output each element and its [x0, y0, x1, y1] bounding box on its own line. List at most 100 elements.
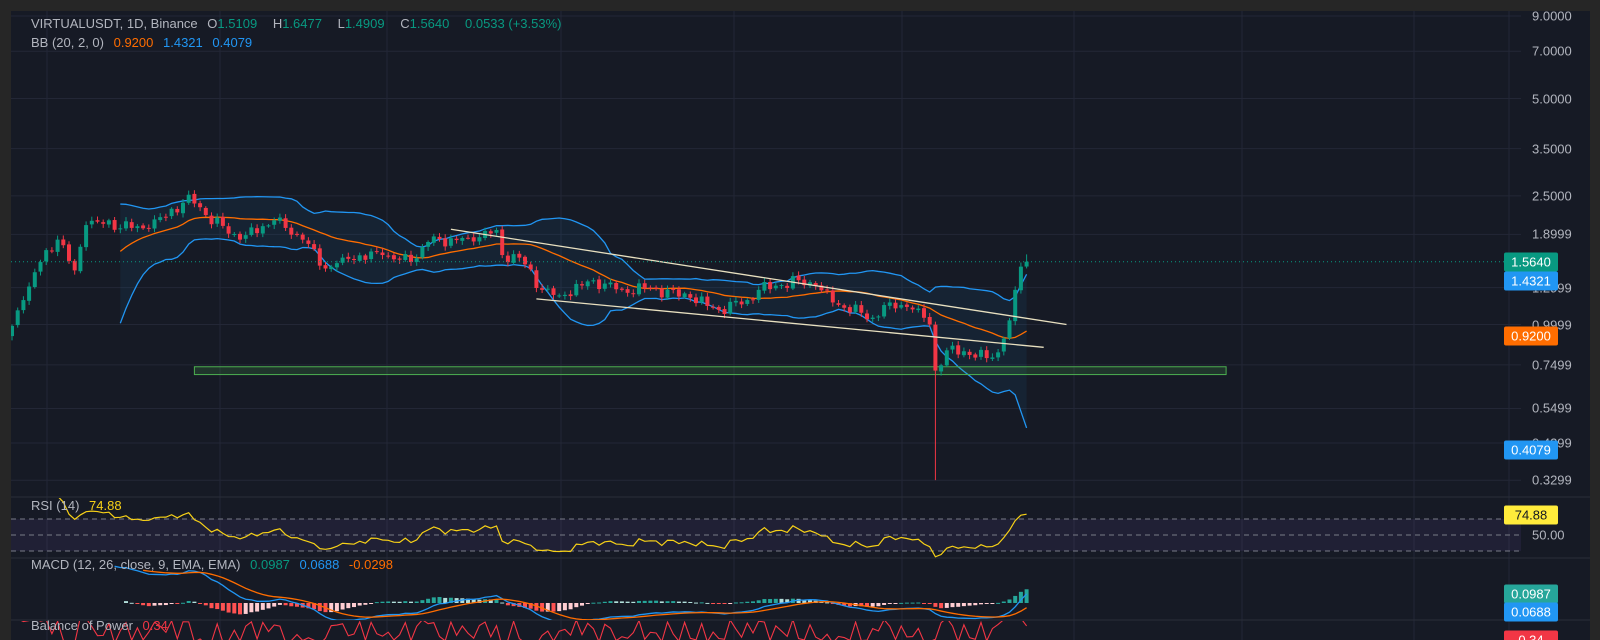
candle-body — [887, 302, 892, 306]
low-label: L — [337, 16, 345, 31]
candle-body — [1001, 338, 1006, 352]
candle-body — [163, 216, 168, 218]
candle-body — [397, 258, 402, 260]
candle-body — [574, 283, 579, 296]
macd-histogram-bar — [654, 600, 659, 603]
macd-histogram-bar — [876, 603, 881, 607]
macd-histogram-bar — [505, 603, 510, 606]
candle-body — [169, 208, 174, 217]
candle-body — [243, 235, 248, 239]
macd-histogram-bar — [996, 602, 1001, 604]
macd-histogram-bar — [249, 603, 254, 613]
macd-histogram-bar — [756, 600, 761, 603]
chart-canvas[interactable] — [11, 11, 1590, 640]
open-label: O — [207, 16, 218, 31]
candle-body — [830, 290, 835, 303]
candle-body — [927, 316, 932, 325]
macd-histogram-bar — [619, 601, 624, 603]
candle-body — [625, 289, 630, 293]
price-tick-label: 0.5499 — [1532, 400, 1572, 416]
candle-body — [471, 237, 476, 242]
macd-histogram-bar — [676, 601, 681, 603]
macd-histogram-bar — [762, 599, 767, 603]
candle-body — [460, 237, 465, 241]
candle-body — [505, 255, 510, 263]
candle-body — [996, 352, 1001, 358]
candle-body — [956, 345, 961, 355]
candle-body — [853, 304, 858, 312]
candle-body — [67, 244, 71, 261]
macd-histogram-bar — [135, 603, 140, 604]
macd-histogram-bar — [129, 602, 134, 604]
macd-histogram-bar — [642, 600, 647, 603]
close-value: 1.5640 — [409, 16, 450, 31]
rsi-legend[interactable]: RSI (14) 74.88 — [31, 498, 128, 513]
macd-histogram-bar — [984, 603, 989, 604]
macd-legend[interactable]: MACD (12, 26, close, 9, EMA, EMA) 0.0987… — [31, 557, 399, 572]
candle-body — [141, 225, 146, 229]
high-label: H — [272, 16, 283, 31]
macd-histogram-bar — [175, 603, 180, 604]
macd-histogram-bar — [694, 602, 698, 604]
candle-body — [676, 289, 681, 297]
macd-histogram-bar — [562, 603, 567, 611]
macd-histogram-bar — [591, 602, 596, 604]
macd-histogram-bar — [340, 603, 345, 610]
macd-histogram-bar — [722, 603, 727, 604]
candle-body — [733, 300, 738, 303]
candle-body — [859, 305, 864, 313]
bb-basis-tag: 0.9200 — [1504, 326, 1558, 346]
chart-area[interactable]: VIRTUALUSDT, 1D, Binance O1.5109 H1.6477… — [11, 11, 1590, 640]
candle-body — [722, 309, 727, 315]
candle-body — [106, 220, 111, 225]
macd-histogram-bar — [420, 600, 425, 603]
macd-histogram-bar — [220, 603, 225, 611]
macd-histogram-bar — [141, 603, 146, 606]
candle-body — [973, 354, 978, 358]
candle-body — [101, 222, 106, 224]
rsi-mid-label: 50.00 — [1532, 527, 1565, 543]
candle-body — [255, 228, 260, 234]
macd-histogram-bar — [243, 603, 248, 614]
price-tick-label: 3.5000 — [1532, 141, 1572, 157]
main-pane — [11, 190, 1227, 481]
candle-body — [876, 316, 881, 318]
candle-body — [238, 233, 242, 240]
macd-histogram-bar — [939, 603, 944, 609]
macd-histogram-bar — [551, 603, 556, 612]
candle-body — [129, 222, 134, 228]
macd-histogram-bar — [688, 601, 693, 603]
macd-histogram-bar — [950, 603, 955, 608]
macd-histogram-bar — [967, 603, 972, 606]
bb-legend[interactable]: BB (20, 2, 0) 0.9200 1.4321 0.4079 — [31, 35, 258, 50]
macd-histogram-bar — [283, 603, 288, 606]
candle-body — [711, 306, 716, 308]
candle-body — [870, 317, 875, 319]
candle-body — [950, 345, 955, 350]
high-value: 1.6477 — [282, 16, 322, 31]
candle-body — [585, 281, 590, 287]
macd-line-value: 0.0688 — [299, 557, 340, 572]
macd-histogram-bar — [386, 601, 391, 603]
macd-histogram-bar — [961, 603, 966, 607]
candle-body — [437, 236, 442, 240]
macd-histogram-bar — [568, 603, 573, 610]
candle-body — [357, 255, 362, 261]
symbol-title[interactable]: VIRTUALUSDT, 1D, Binance — [31, 16, 198, 31]
candle-body — [374, 251, 379, 253]
bop-legend[interactable]: Balance of Power 0.34 — [31, 618, 174, 633]
macd-histogram-bar — [979, 603, 983, 605]
macd-histogram-bar — [745, 601, 750, 603]
macd-histogram-bar — [391, 601, 396, 603]
bb-upper-value: 1.4321 — [163, 35, 203, 50]
candle-body — [448, 238, 453, 246]
candle-body — [580, 284, 584, 286]
candle-body — [317, 248, 322, 266]
candle-body — [203, 207, 208, 216]
rsi-label: RSI (14) — [31, 498, 80, 513]
candle-body — [568, 294, 573, 297]
candle-body — [95, 220, 100, 222]
candle-body — [346, 256, 351, 259]
candle-body — [785, 285, 790, 288]
macd-histogram-bar — [870, 603, 875, 607]
